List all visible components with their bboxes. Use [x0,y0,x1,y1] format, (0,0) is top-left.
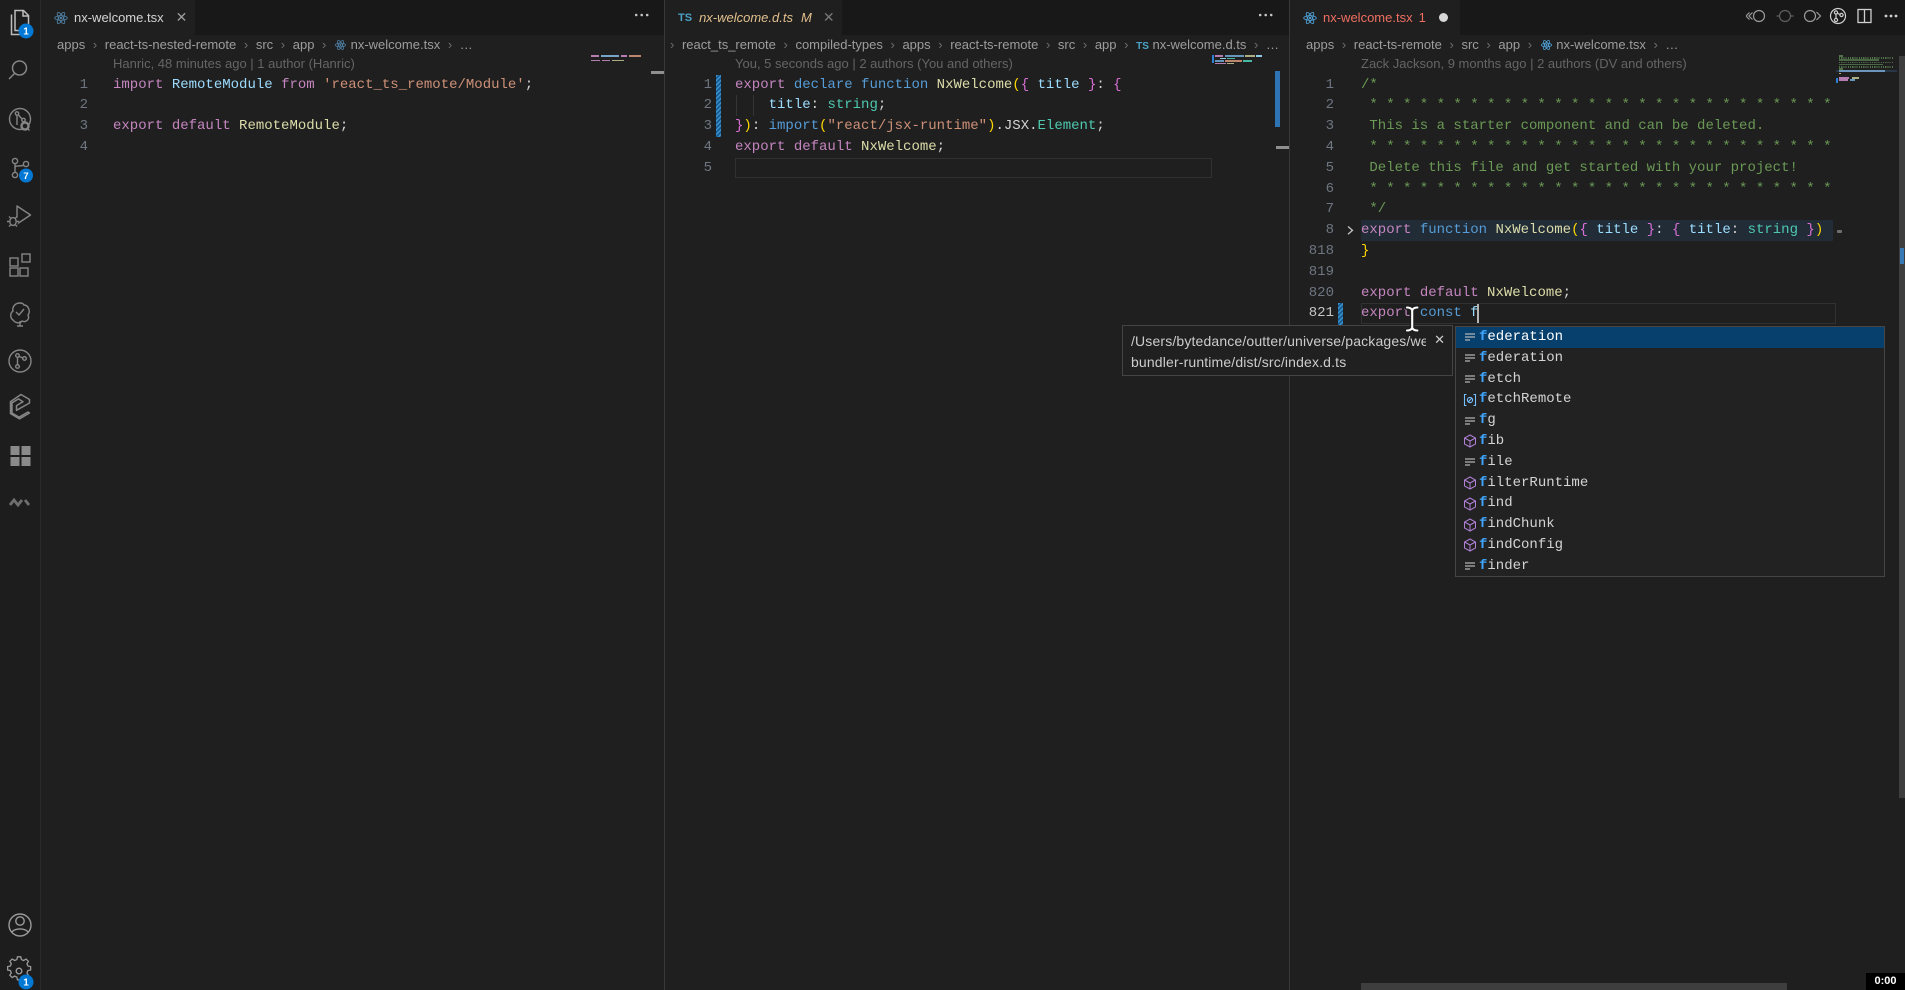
svg-text:7: 7 [23,171,28,182]
svg-text:1: 1 [23,27,29,38]
svg-text:1: 1 [23,978,29,989]
